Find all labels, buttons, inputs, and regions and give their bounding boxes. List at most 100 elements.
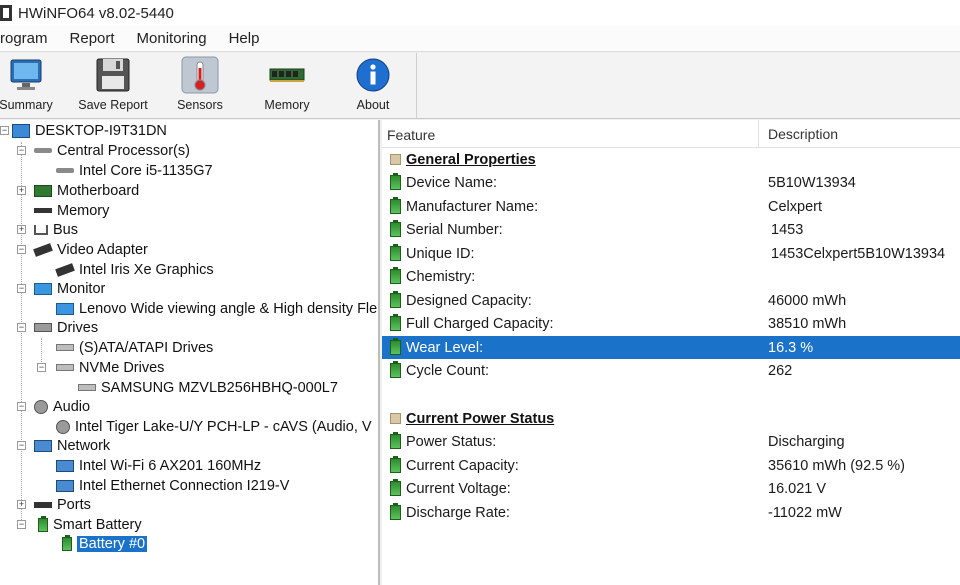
tree-collapse-toggle[interactable]: − xyxy=(17,284,26,293)
battery-icon xyxy=(390,432,401,449)
table-row[interactable]: Current Voltage: 16.021 V xyxy=(382,477,960,500)
computer-icon xyxy=(12,123,30,138)
tree-node-nvme[interactable]: NVMe Drives xyxy=(56,358,164,377)
menu-monitoring[interactable]: Monitoring xyxy=(126,30,218,47)
detail-panel: Feature Description General Properties D… xyxy=(382,120,960,585)
battery-icon xyxy=(390,456,401,473)
network-icon xyxy=(34,439,52,452)
processor-icon xyxy=(56,168,74,173)
memory-module-icon xyxy=(268,56,306,94)
monitor-icon xyxy=(34,282,52,295)
window-title: HWiNFO64 v8.02-5440 xyxy=(18,4,174,22)
network-icon xyxy=(56,459,74,472)
drive-icon xyxy=(34,323,52,332)
column-divider[interactable] xyxy=(758,120,759,148)
sensors-button[interactable]: Sensors xyxy=(177,56,223,116)
tree-node-motherboard[interactable]: Motherboard xyxy=(34,181,139,200)
tree-node-cpu-item[interactable]: Intel Core i5-1135G7 xyxy=(56,161,213,180)
tree-collapse-toggle[interactable]: − xyxy=(17,323,26,332)
battery-icon xyxy=(390,220,401,237)
tree-node-cpu[interactable]: Central Processor(s) xyxy=(34,141,190,160)
sensors-label: Sensors xyxy=(177,98,223,112)
battery-icon xyxy=(390,291,401,308)
motherboard-icon xyxy=(34,184,52,197)
table-row-selected[interactable]: Wear Level: 16.3 % xyxy=(382,336,960,359)
table-row[interactable]: Chemistry: xyxy=(382,265,960,288)
tree-node-net-ethernet[interactable]: Intel Ethernet Connection I219-V xyxy=(56,476,289,495)
tree-collapse-toggle[interactable]: − xyxy=(17,402,26,411)
drive-icon xyxy=(56,344,74,351)
section-icon xyxy=(390,154,401,165)
tree-node-ports[interactable]: Ports xyxy=(34,495,91,514)
tree-node-audio[interactable]: Audio xyxy=(34,397,90,416)
toolbar: Summary Save Report Sensors Memory About xyxy=(0,53,960,119)
menu-report[interactable]: Report xyxy=(59,30,126,47)
table-row[interactable]: Full Charged Capacity: 38510 mWh xyxy=(382,312,960,335)
video-card-icon xyxy=(33,242,53,257)
table-row[interactable]: Device Name: 5B10W13934 xyxy=(382,171,960,194)
tree-node-battery[interactable]: Smart Battery xyxy=(38,515,142,534)
section-general-properties[interactable]: General Properties xyxy=(382,148,960,171)
tree-node-net-wifi[interactable]: Intel Wi-Fi 6 AX201 160MHz xyxy=(56,456,261,475)
column-feature[interactable]: Feature xyxy=(387,127,435,143)
tree-node-audio-item[interactable]: Intel Tiger Lake-U/Y PCH-LP - cAVS (Audi… xyxy=(56,417,372,436)
toolbar-divider xyxy=(416,53,417,119)
battery-icon xyxy=(390,338,401,355)
device-tree[interactable]: − DESKTOP-I9T31DN − Central Processor(s)… xyxy=(0,120,380,585)
column-header: Feature Description xyxy=(382,120,960,148)
tree-node-memory[interactable]: Memory xyxy=(34,201,109,220)
battery-icon xyxy=(38,515,48,532)
memory-label: Memory xyxy=(264,98,310,112)
tree-collapse-toggle[interactable]: − xyxy=(17,245,26,254)
tree-node-monitor[interactable]: Monitor xyxy=(34,279,105,298)
tree-node-nvme-item[interactable]: SAMSUNG MZVLB256HBHQ-000L7 xyxy=(78,378,338,397)
bus-icon xyxy=(34,224,48,235)
floppy-disk-icon xyxy=(94,56,132,94)
tree-node-root[interactable]: DESKTOP-I9T31DN xyxy=(12,121,167,140)
tree-collapse-toggle[interactable]: − xyxy=(37,363,46,372)
memory-button[interactable]: Memory xyxy=(262,56,312,116)
battery-icon xyxy=(390,479,401,496)
tree-line xyxy=(21,142,22,522)
battery-icon xyxy=(390,503,401,520)
tree-node-video-item[interactable]: Intel Iris Xe Graphics xyxy=(55,260,214,279)
menu-program[interactable]: rogram xyxy=(0,30,59,47)
table-row[interactable]: Cycle Count: 262 xyxy=(382,359,960,382)
tree-node-network[interactable]: Network xyxy=(34,436,110,455)
menu-bar: rogram Report Monitoring Help xyxy=(0,26,960,52)
app-icon xyxy=(0,5,12,21)
menu-help[interactable]: Help xyxy=(218,30,271,47)
thermometer-icon xyxy=(181,56,219,94)
tree-collapse-toggle[interactable]: − xyxy=(17,146,26,155)
tree-node-monitor-item[interactable]: Lenovo Wide viewing angle & High density… xyxy=(56,299,377,318)
tree-collapse-toggle[interactable]: − xyxy=(0,126,9,135)
table-row[interactable]: Discharge Rate: -11022 mW xyxy=(382,501,960,524)
about-button[interactable]: About xyxy=(353,56,393,116)
processor-icon xyxy=(34,148,52,153)
tree-collapse-toggle[interactable]: − xyxy=(17,520,26,529)
tree-node-battery-item[interactable]: Battery #0 xyxy=(62,534,148,553)
table-row[interactable]: Current Capacity: 35610 mWh (92.5 %) xyxy=(382,454,960,477)
tree-expand-toggle[interactable]: + xyxy=(17,186,26,195)
column-description[interactable]: Description xyxy=(768,126,838,142)
tree-node-bus[interactable]: Bus xyxy=(34,220,78,239)
table-row[interactable]: Unique ID: 1453Celxpert5B10W13934 xyxy=(382,242,960,265)
table-row[interactable]: Designed Capacity: 46000 mWh xyxy=(382,289,960,312)
battery-icon xyxy=(390,267,401,284)
tree-node-drives[interactable]: Drives xyxy=(34,318,98,337)
tree-expand-toggle[interactable]: + xyxy=(17,225,26,234)
tree-expand-toggle[interactable]: + xyxy=(17,500,26,509)
monitor-icon xyxy=(56,302,74,315)
section-current-power-status[interactable]: Current Power Status xyxy=(382,407,960,430)
summary-button[interactable]: Summary xyxy=(0,56,53,116)
drive-icon xyxy=(78,384,96,391)
summary-label: Summary xyxy=(0,98,53,112)
tree-collapse-toggle[interactable]: − xyxy=(17,441,26,450)
tree-node-video[interactable]: Video Adapter xyxy=(33,240,148,259)
tree-node-sata[interactable]: (S)ATA/ATAPI Drives xyxy=(56,338,213,357)
table-row[interactable]: Serial Number: 1453 xyxy=(382,218,960,241)
table-row[interactable]: Power Status: Discharging xyxy=(382,430,960,453)
speaker-icon xyxy=(56,419,70,434)
save-report-button[interactable]: Save Report xyxy=(78,56,148,116)
table-row[interactable]: Manufacturer Name: Celxpert xyxy=(382,195,960,218)
